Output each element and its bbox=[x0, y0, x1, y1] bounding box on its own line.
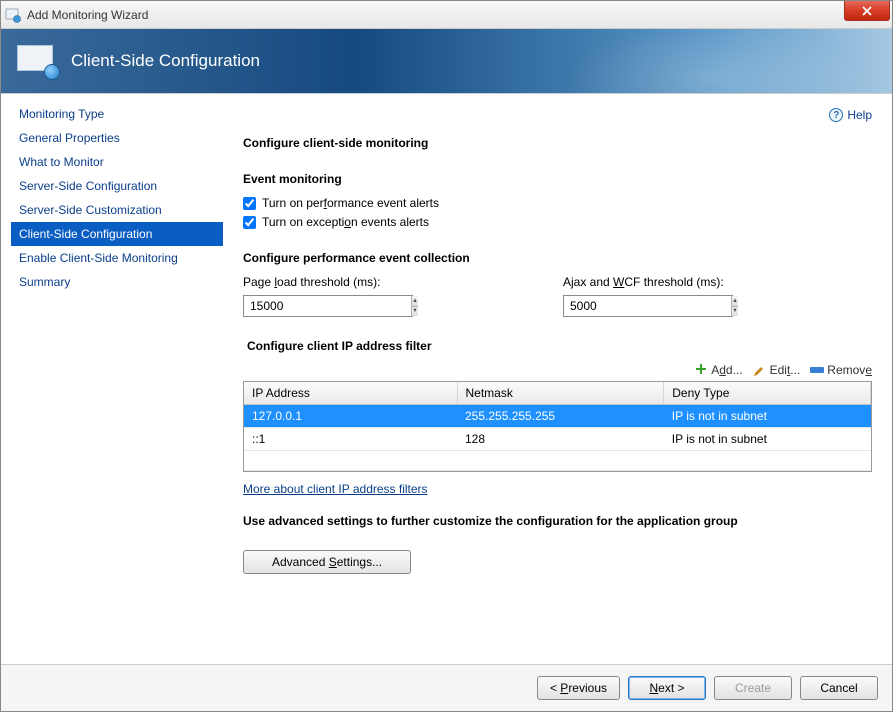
col-netmask[interactable]: Netmask bbox=[457, 382, 664, 405]
page-heading: Configure client-side monitoring bbox=[243, 136, 872, 150]
sidebar-item-server-side-customization[interactable]: Server-Side Customization bbox=[11, 198, 223, 222]
advanced-text: Use advanced settings to further customi… bbox=[243, 514, 872, 528]
event-monitoring-title: Event monitoring bbox=[243, 172, 872, 186]
ajax-wcf-down[interactable]: ▼ bbox=[732, 307, 738, 317]
table-row-empty bbox=[244, 451, 871, 471]
ajax-wcf-input[interactable] bbox=[564, 296, 731, 316]
create-button: Create bbox=[714, 676, 792, 700]
sidebar-item-what-to-monitor[interactable]: What to Monitor bbox=[11, 150, 223, 174]
help-icon: ? bbox=[829, 108, 843, 122]
perf-alerts-checkbox[interactable] bbox=[243, 197, 256, 210]
ajax-wcf-spinner: ▲ ▼ bbox=[563, 295, 733, 317]
app-icon bbox=[5, 7, 21, 23]
page-load-spinner: ▲ ▼ bbox=[243, 295, 413, 317]
threshold-fields: Page load threshold (ms): ▲ ▼ Ajax and W… bbox=[243, 275, 872, 317]
perf-alerts-row: Turn on performance event alerts bbox=[243, 196, 872, 210]
col-deny[interactable]: Deny Type bbox=[664, 382, 871, 405]
ip-filter-table: IP Address Netmask Deny Type 127.0.0.1 2… bbox=[243, 381, 872, 472]
sidebar-item-server-side-configuration[interactable]: Server-Side Configuration bbox=[11, 174, 223, 198]
remove-icon bbox=[810, 363, 824, 377]
ip-filter-more-link[interactable]: More about client IP address filters bbox=[243, 482, 428, 496]
advanced-settings-button[interactable]: Advanced Settings... bbox=[243, 550, 411, 574]
exception-alerts-row: Turn on exception events alerts bbox=[243, 215, 872, 229]
sidebar-item-summary[interactable]: Summary bbox=[11, 270, 223, 294]
footer: < Previous Next > Create Cancel bbox=[1, 665, 892, 711]
table-row[interactable]: 127.0.0.1 255.255.255.255 IP is not in s… bbox=[244, 405, 871, 428]
banner: Client-Side Configuration bbox=[1, 29, 892, 93]
col-ip[interactable]: IP Address bbox=[244, 382, 457, 405]
next-button[interactable]: Next > bbox=[628, 676, 706, 700]
add-button[interactable]: Add... bbox=[694, 363, 742, 377]
sidebar-item-monitoring-type[interactable]: Monitoring Type bbox=[11, 102, 223, 126]
page-load-down[interactable]: ▼ bbox=[412, 307, 418, 317]
body-area: Monitoring Type General Properties What … bbox=[1, 93, 892, 665]
help-link[interactable]: ? Help bbox=[829, 108, 872, 122]
banner-title: Client-Side Configuration bbox=[71, 51, 260, 71]
window-title: Add Monitoring Wizard bbox=[27, 8, 148, 22]
wizard-window: Add Monitoring Wizard Client-Side Config… bbox=[0, 0, 893, 712]
banner-icon bbox=[17, 45, 57, 77]
ajax-wcf-label: Ajax and WCF threshold (ms): bbox=[563, 275, 843, 289]
close-button[interactable] bbox=[844, 1, 890, 21]
page-load-up[interactable]: ▲ bbox=[412, 296, 418, 307]
exception-alerts-label[interactable]: Turn on exception events alerts bbox=[262, 215, 429, 229]
sidebar-item-client-side-configuration[interactable]: Client-Side Configuration bbox=[11, 222, 223, 246]
add-icon bbox=[694, 363, 708, 377]
cancel-button[interactable]: Cancel bbox=[800, 676, 878, 700]
page-load-label: Page load threshold (ms): bbox=[243, 275, 523, 289]
table-row[interactable]: ::1 128 IP is not in subnet bbox=[244, 428, 871, 451]
edit-icon bbox=[753, 363, 767, 377]
remove-button[interactable]: Remove bbox=[810, 363, 872, 377]
exception-alerts-checkbox[interactable] bbox=[243, 216, 256, 229]
ip-filter-toolbar: Add... Edit... Remove bbox=[243, 363, 872, 377]
titlebar: Add Monitoring Wizard bbox=[1, 1, 892, 29]
perf-alerts-label[interactable]: Turn on performance event alerts bbox=[262, 196, 439, 210]
page-load-input[interactable] bbox=[244, 296, 411, 316]
help-label: Help bbox=[847, 108, 872, 122]
wizard-sidebar: Monitoring Type General Properties What … bbox=[1, 94, 223, 664]
sidebar-item-enable-client-side-monitoring[interactable]: Enable Client-Side Monitoring bbox=[11, 246, 223, 270]
perf-collection-title: Configure performance event collection bbox=[243, 251, 872, 265]
edit-button[interactable]: Edit... bbox=[753, 363, 801, 377]
ajax-wcf-up[interactable]: ▲ bbox=[732, 296, 738, 307]
sidebar-item-general-properties[interactable]: General Properties bbox=[11, 126, 223, 150]
ip-filter-title: Configure client IP address filter bbox=[247, 339, 872, 353]
content-pane: ? Help Configure client-side monitoring … bbox=[223, 94, 892, 664]
previous-button[interactable]: < Previous bbox=[537, 676, 620, 700]
